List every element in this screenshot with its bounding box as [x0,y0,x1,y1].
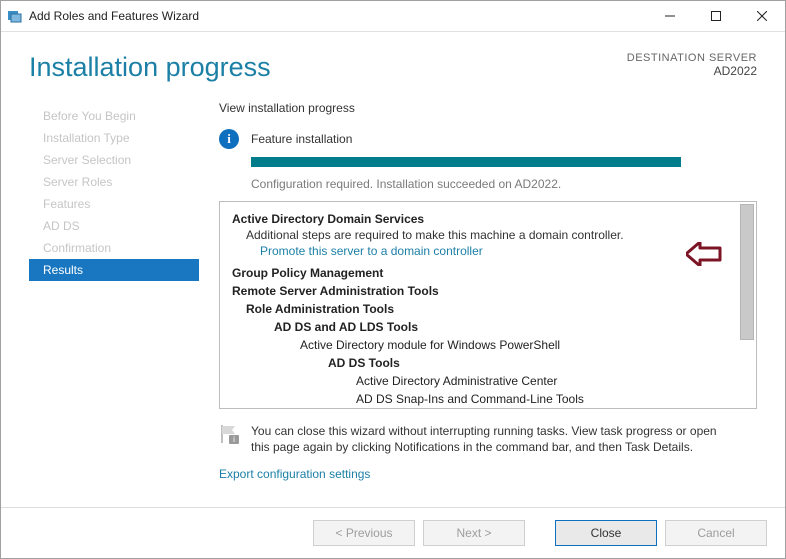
server-manager-icon [7,8,23,24]
footer-note: i You can close this wizard without inte… [219,423,757,455]
footer-note-text: You can close this wizard without interr… [251,423,731,455]
wizard-steps-sidebar: Before You Begin Installation Type Serve… [29,101,199,507]
results-box: Active Directory Domain Services Additio… [219,201,757,409]
result-role-admin: Role Administration Tools [246,302,734,316]
destination-name: AD2022 [627,64,757,78]
status-row: i Feature installation [219,129,757,149]
next-button: Next > [423,520,525,546]
result-adds-heading: Active Directory Domain Services [232,212,734,226]
result-adds-lds: AD DS and AD LDS Tools [274,320,734,334]
sidebar-item-installation-type: Installation Type [29,127,199,149]
button-bar: < Previous Next > Close Cancel [1,507,785,558]
result-ad-module: Active Directory module for Windows Powe… [300,338,734,352]
sidebar-item-server-selection: Server Selection [29,149,199,171]
sidebar-item-results: Results [29,259,199,281]
result-rsat-heading: Remote Server Administration Tools [232,284,734,298]
sidebar-item-server-roles: Server Roles [29,171,199,193]
status-text: Feature installation [251,132,352,146]
minimize-button[interactable] [647,1,693,31]
titlebar: Add Roles and Features Wizard [1,1,785,32]
config-status-text: Configuration required. Installation suc… [251,177,757,191]
result-gpm-heading: Group Policy Management [232,266,734,280]
cancel-button: Cancel [665,520,767,546]
svg-text:i: i [233,435,235,444]
results-content: Active Directory Domain Services Additio… [220,202,738,408]
promote-server-link[interactable]: Promote this server to a domain controll… [260,244,483,258]
window-title: Add Roles and Features Wizard [29,9,199,23]
sidebar-item-ad-ds: AD DS [29,215,199,237]
previous-button: < Previous [313,520,415,546]
info-icon: i [219,129,239,149]
destination-label: DESTINATION SERVER [627,52,757,64]
destination-server-block: DESTINATION SERVER AD2022 [627,52,757,78]
close-button[interactable]: Close [555,520,657,546]
heading-row: Installation progress DESTINATION SERVER… [29,52,757,83]
close-window-button[interactable] [739,1,785,31]
pane-subtitle: View installation progress [219,101,757,115]
wizard-window: Add Roles and Features Wizard Installati… [0,0,786,559]
result-adds-tools: AD DS Tools [328,356,734,370]
export-settings-link[interactable]: Export configuration settings [219,467,757,481]
result-snapins: AD DS Snap-Ins and Command-Line Tools [356,392,734,406]
results-pane: View installation progress i Feature ins… [199,101,757,507]
sidebar-item-before-you-begin: Before You Begin [29,105,199,127]
result-adds-note: Additional steps are required to make th… [246,228,734,242]
content-row: Before You Begin Installation Type Serve… [29,101,757,507]
flag-icon: i [219,423,241,445]
result-adac: Active Directory Administrative Center [356,374,734,388]
scrollbar-thumb[interactable] [740,204,754,340]
wizard-body: Installation progress DESTINATION SERVER… [1,32,785,507]
sidebar-item-confirmation: Confirmation [29,237,199,259]
progress-bar [251,157,681,167]
page-heading: Installation progress [29,52,271,83]
maximize-button[interactable] [693,1,739,31]
sidebar-item-features: Features [29,193,199,215]
annotation-arrow-icon [686,242,722,269]
results-scrollbar[interactable] [740,204,754,406]
